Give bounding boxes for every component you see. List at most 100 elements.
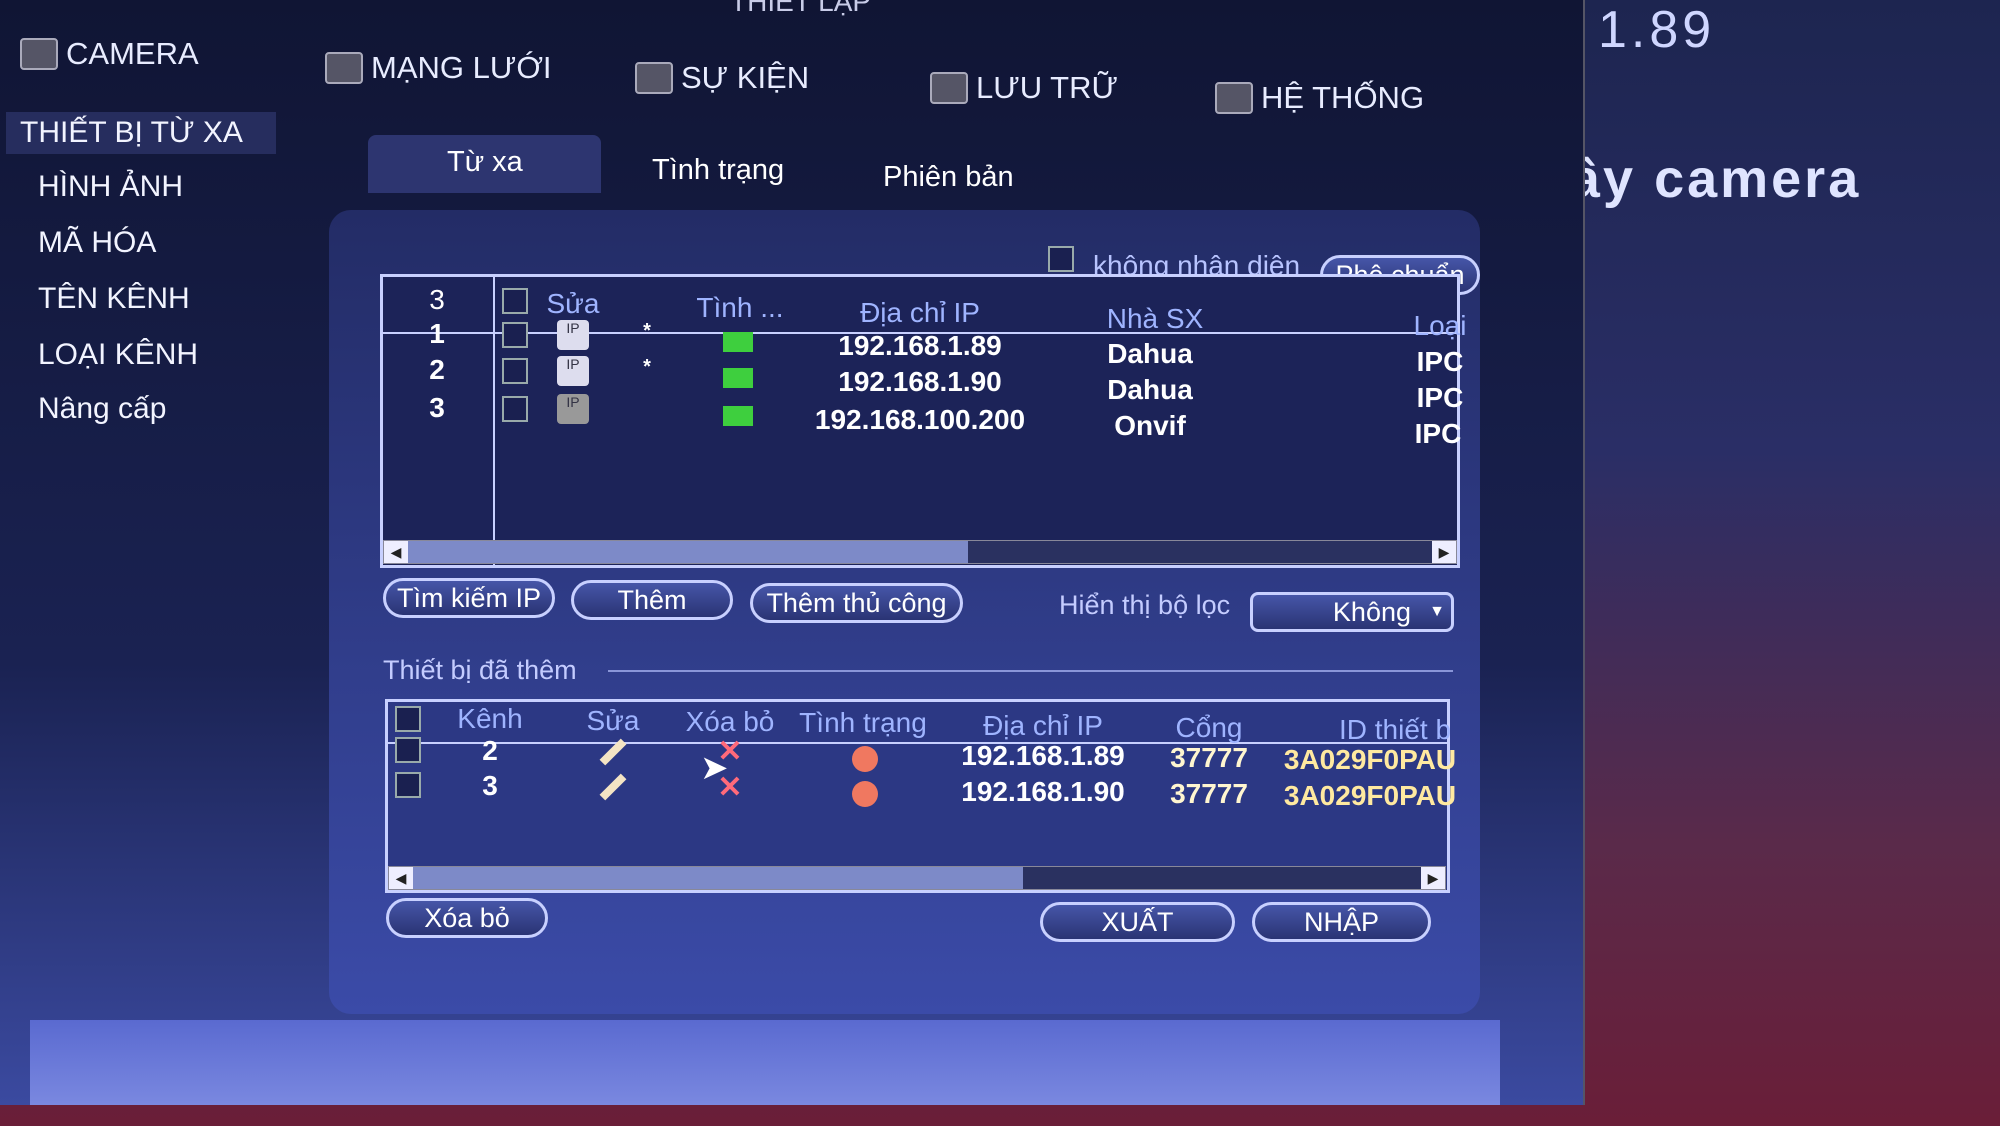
row-no: 1 — [429, 318, 445, 349]
added-devices-title: Thiết bị đã thêm — [383, 655, 577, 685]
unrecognized-checkbox[interactable] — [1048, 246, 1074, 272]
nav-event[interactable]: SỰ KIỆN — [635, 60, 809, 96]
background-text-1: 1.89 — [1598, 1, 1716, 59]
filter-label: Hiển thị bộ lọc — [1059, 590, 1231, 620]
scroll-left-icon[interactable]: ◀ — [384, 541, 408, 563]
col-ip: Địa chỉ IP — [860, 297, 980, 328]
section-divider — [608, 670, 1453, 672]
col-ip: Địa chỉ IP — [983, 710, 1103, 741]
sidebar-item-channel-name[interactable]: TÊN KÊNH — [38, 282, 190, 316]
background-text-2: ây camera — [1570, 149, 1862, 209]
row-ip: 192.168.1.89 — [838, 330, 1002, 361]
camera-status-icon — [723, 332, 753, 352]
row-star: * — [643, 356, 651, 378]
row-maker: Dahua — [1107, 338, 1193, 369]
nav-system[interactable]: HỆ THỐNG — [1215, 80, 1424, 116]
sidebar-item-image[interactable]: HÌNH ẢNH — [38, 170, 183, 204]
system-icon — [1215, 82, 1253, 114]
col-maker: Nhà SX — [1106, 303, 1204, 334]
row-ip: 192.168.1.90 — [838, 366, 1002, 397]
row-type: IPC — [1414, 418, 1462, 449]
dialog-footer — [30, 1020, 1500, 1105]
column-divider — [493, 277, 495, 565]
row-device-id: 3A029F0PAU — [1283, 744, 1457, 775]
event-icon — [635, 62, 673, 94]
filter-value: Không — [1332, 596, 1411, 627]
search-ip-button[interactable]: Tìm kiếm IP — [383, 578, 555, 618]
filter-dropdown[interactable]: Không ▼ — [1250, 592, 1454, 632]
select-all-checkbox[interactable] — [502, 288, 528, 314]
nav-network[interactable]: MẠNG LƯỚI — [325, 50, 552, 86]
row-checkbox[interactable] — [502, 396, 528, 422]
nav-camera[interactable]: CAMERA — [20, 36, 199, 72]
row-type: IPC — [1416, 346, 1464, 377]
col-status: Tình ... — [696, 292, 784, 323]
camera-status-icon — [723, 368, 753, 388]
camera-status-icon — [723, 406, 753, 426]
nav-label: LƯU TRỮ — [976, 70, 1118, 105]
tab-status[interactable]: Tình trạng — [652, 154, 784, 187]
col-edit: Sửa — [546, 288, 600, 319]
select-all-checkbox[interactable] — [395, 706, 421, 732]
storage-icon — [930, 72, 968, 104]
col-status: Tình trạng — [799, 707, 927, 738]
row-checkbox[interactable] — [502, 322, 528, 348]
import-button[interactable]: NHẬP — [1252, 902, 1431, 942]
row-ip: 192.168.100.200 — [814, 404, 1026, 435]
row-checkbox[interactable] — [395, 772, 421, 798]
row-checkbox[interactable] — [395, 737, 421, 763]
tab-remote[interactable]: Từ xa — [447, 146, 523, 179]
edit-ip-icon[interactable]: IP — [557, 394, 589, 424]
scroll-right-icon[interactable]: ▶ — [1432, 541, 1456, 563]
nav-label: CAMERA — [66, 36, 199, 71]
tab-version[interactable]: Phiên bản — [883, 161, 1014, 194]
row-no: 3 — [429, 392, 445, 423]
scroll-left-icon[interactable]: ◀ — [389, 867, 413, 889]
horizontal-scrollbar[interactable]: ◀ ▶ — [383, 540, 1457, 564]
row-maker: Onvif — [1114, 410, 1186, 441]
status-dot-icon — [852, 781, 878, 807]
result-count: 3 — [429, 284, 445, 315]
row-port: 37777 — [1170, 742, 1248, 773]
delete-button[interactable]: Xóa bỏ — [386, 898, 548, 938]
sidebar-item-encode[interactable]: MÃ HÓA — [38, 226, 156, 260]
export-button[interactable]: XUẤT — [1040, 902, 1235, 942]
nav-label: HỆ THỐNG — [1261, 80, 1425, 115]
sidebar-item-channel-type[interactable]: LOẠI KÊNH — [38, 338, 198, 372]
network-icon — [325, 52, 363, 84]
col-device-id: ID thiết b — [1338, 714, 1452, 745]
row-ip: 192.168.1.90 — [961, 776, 1125, 807]
col-type: Loại — [1413, 310, 1467, 341]
chevron-down-icon: ▼ — [1429, 603, 1445, 620]
row-type: IPC — [1416, 382, 1464, 413]
horizontal-scrollbar[interactable]: ◀ ▶ — [388, 866, 1446, 890]
mouse-cursor-icon: ➤ — [700, 749, 729, 787]
row-port: 37777 — [1170, 778, 1248, 809]
row-device-id: 3A029F0PAU — [1283, 780, 1457, 811]
row-star: * — [643, 320, 651, 342]
status-dot-icon — [852, 746, 878, 772]
camera-icon — [20, 38, 58, 70]
add-button[interactable]: Thêm — [571, 580, 733, 620]
window-title: THIẾT LẬP — [730, 0, 872, 17]
row-no: 2 — [429, 354, 445, 385]
scrollbar-thumb[interactable] — [408, 541, 968, 563]
nav-label: SỰ KIỆN — [681, 60, 810, 95]
row-maker: Dahua — [1107, 374, 1193, 405]
col-channel: Kênh — [457, 703, 523, 734]
row-channel: 3 — [482, 770, 498, 801]
edit-ip-icon[interactable]: IP — [557, 320, 589, 350]
row-checkbox[interactable] — [502, 358, 528, 384]
col-edit: Sửa — [586, 705, 640, 736]
sidebar-item-remote-device[interactable]: THIẾT BỊ TỪ XA — [6, 112, 276, 154]
scroll-right-icon[interactable]: ▶ — [1421, 867, 1445, 889]
nav-label: MẠNG LƯỚI — [371, 50, 552, 85]
row-ip: 192.168.1.89 — [961, 740, 1125, 771]
sidebar-item-upgrade[interactable]: Nâng cấp — [38, 392, 166, 426]
scrollbar-thumb[interactable] — [413, 867, 1023, 889]
row-channel: 2 — [482, 735, 498, 766]
col-port: Cổng — [1175, 712, 1243, 743]
nav-storage[interactable]: LƯU TRỮ — [930, 70, 1118, 106]
edit-ip-icon[interactable]: IP — [557, 356, 589, 386]
add-manual-button[interactable]: Thêm thủ công — [750, 583, 963, 623]
